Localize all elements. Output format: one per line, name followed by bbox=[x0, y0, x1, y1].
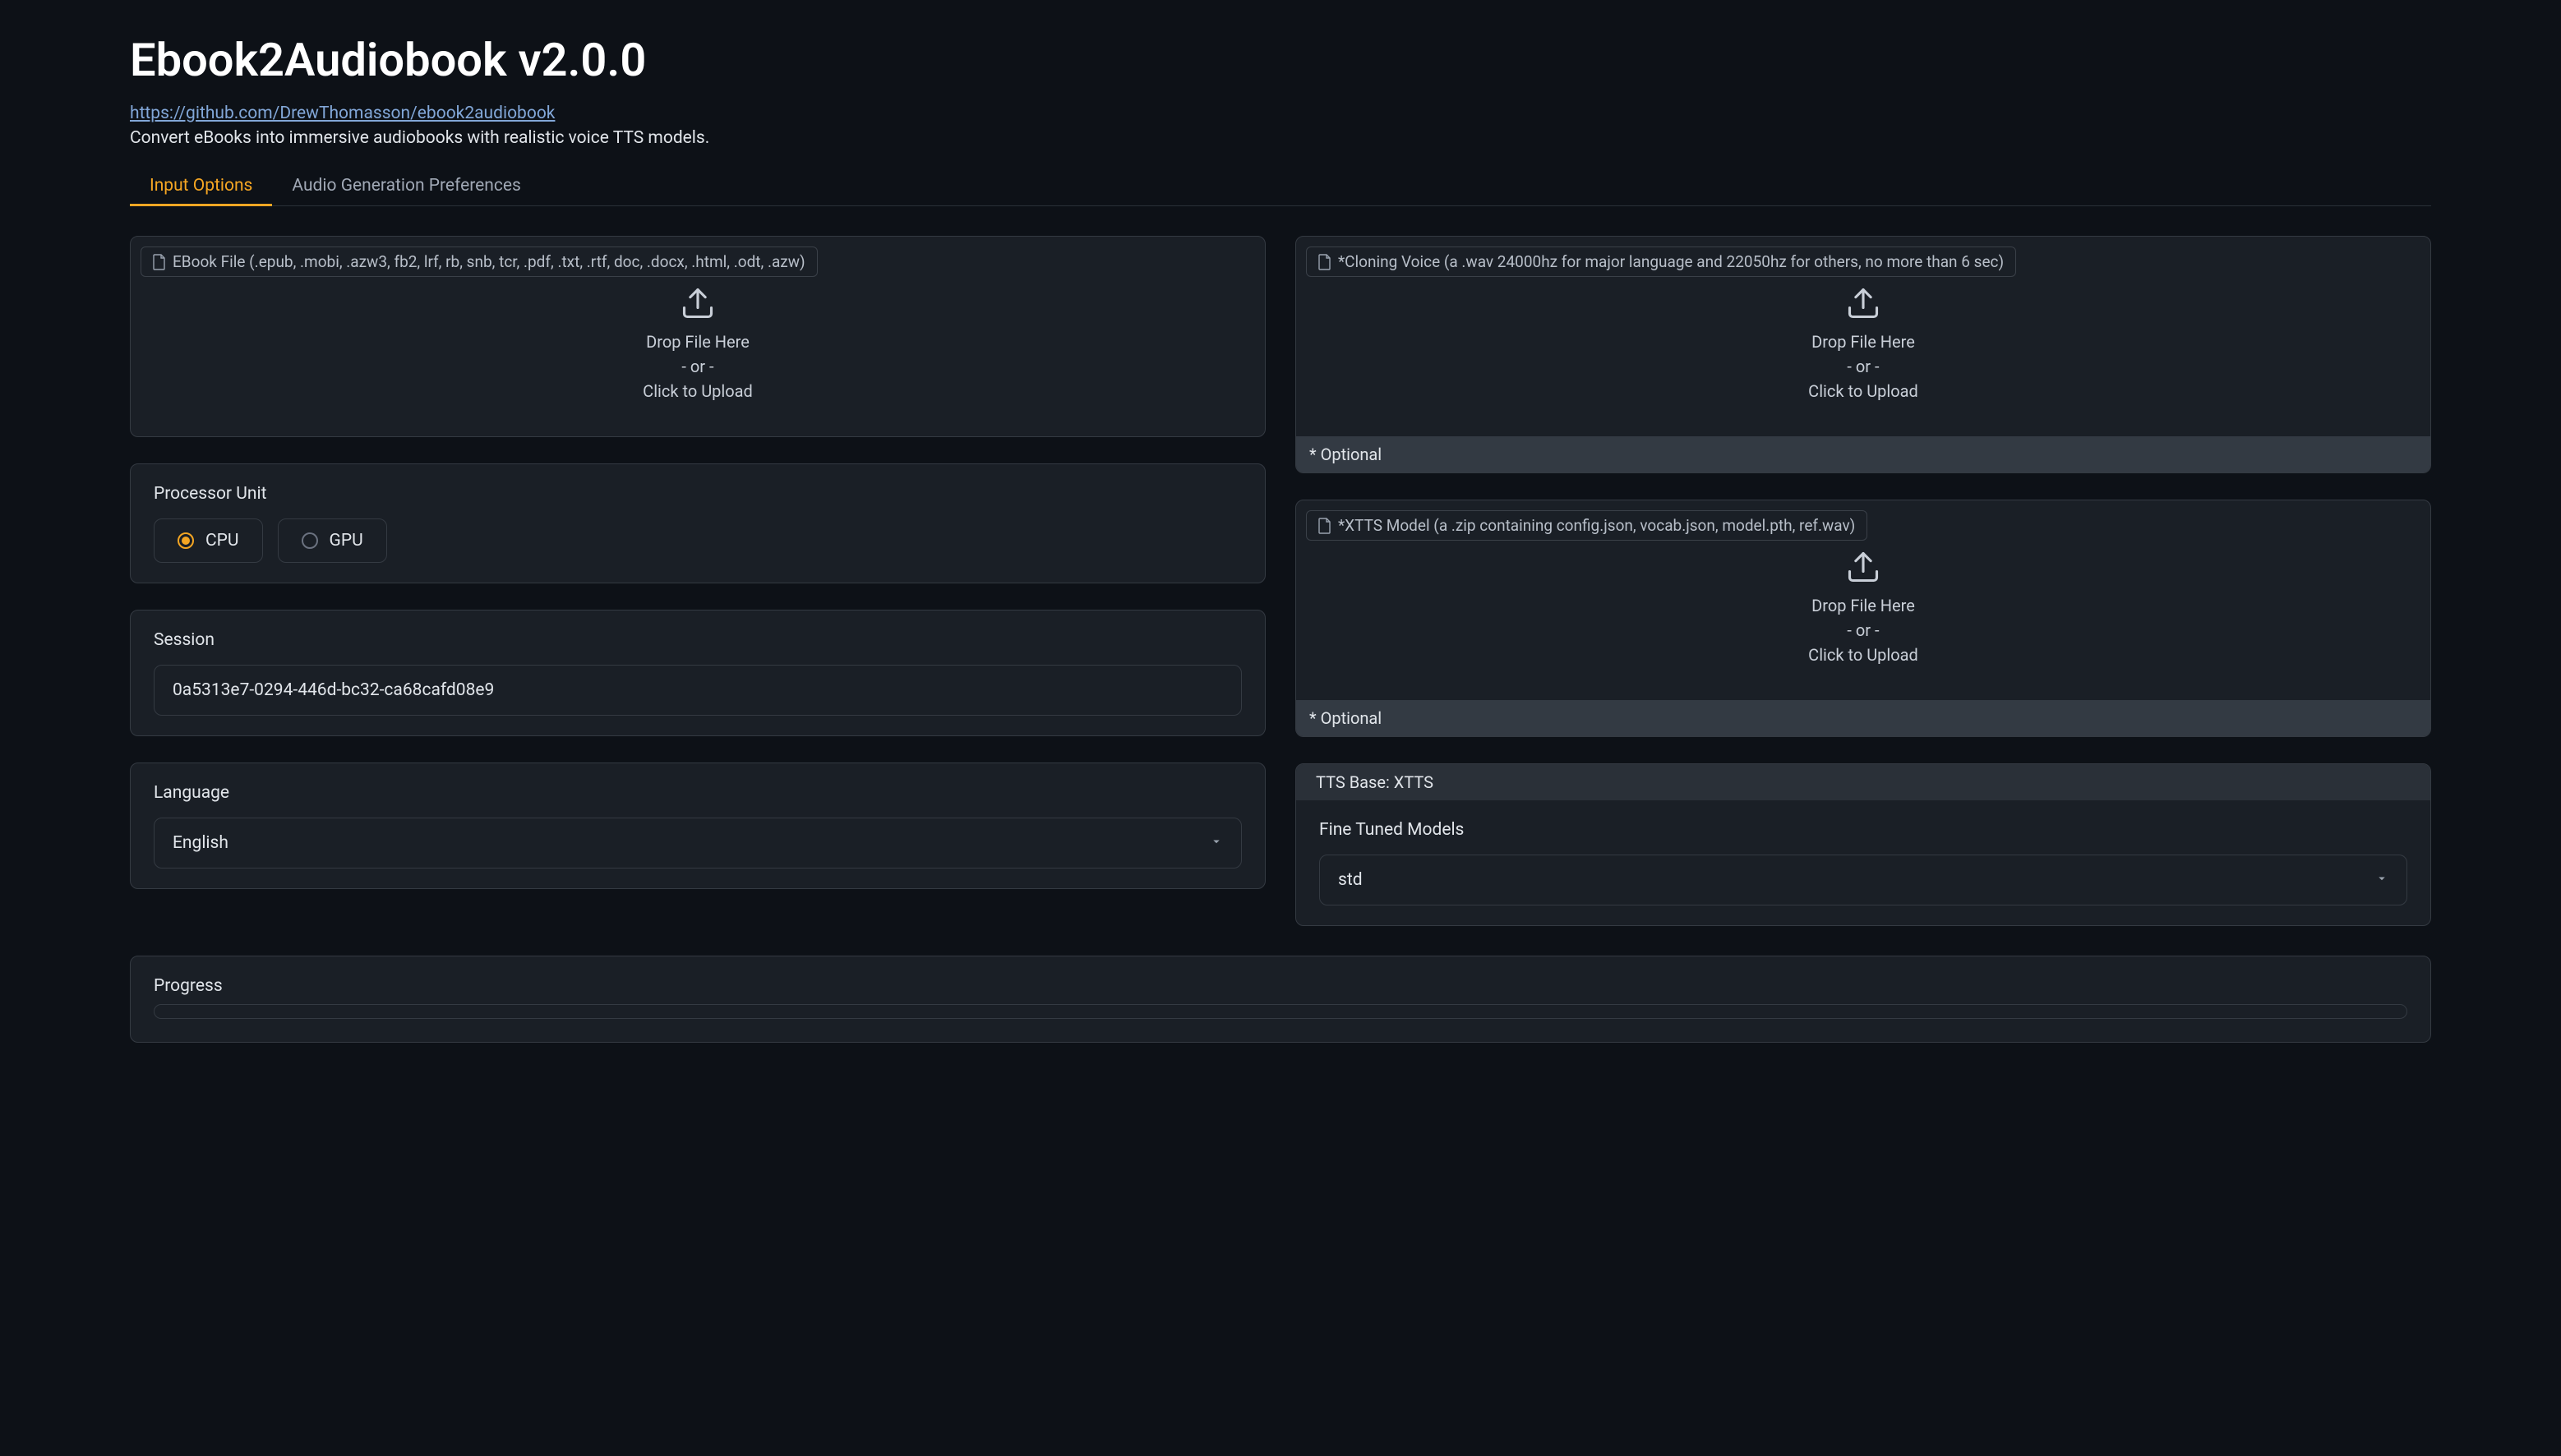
xtts-model-panel: *XTTS Model (a .zip containing config.js… bbox=[1295, 500, 2431, 737]
xtts-model-label-chip: *XTTS Model (a .zip containing config.js… bbox=[1306, 510, 1867, 541]
ebook-file-panel: EBook File (.epub, .mobi, .azw3, fb2, lr… bbox=[130, 236, 1266, 437]
click-upload-text: Click to Upload bbox=[643, 379, 753, 403]
language-panel: Language English bbox=[130, 763, 1266, 889]
tts-base-bar: TTS Base: XTTS bbox=[1296, 764, 2430, 800]
click-upload-text: Click to Upload bbox=[1808, 379, 1918, 403]
cloning-voice-dropzone[interactable]: Drop File Here - or - Click to Upload bbox=[1296, 277, 2430, 436]
radio-cpu[interactable]: CPU bbox=[154, 518, 263, 563]
upload-icon bbox=[680, 285, 716, 321]
drop-text: Drop File Here bbox=[643, 329, 753, 354]
optional-bar: * Optional bbox=[1296, 436, 2430, 472]
tab-input-options[interactable]: Input Options bbox=[130, 168, 272, 206]
language-select[interactable]: English bbox=[154, 818, 1242, 869]
ebook-file-label-text: EBook File (.epub, .mobi, .azw3, fb2, lr… bbox=[173, 252, 805, 271]
page-title: Ebook2Audiobook v2.0.0 bbox=[130, 33, 2431, 87]
upload-icon bbox=[1845, 549, 1881, 585]
xtts-model-dropzone[interactable]: Drop File Here - or - Click to Upload bbox=[1296, 541, 2430, 700]
cloning-voice-label-chip: *Cloning Voice (a .wav 24000hz for major… bbox=[1306, 247, 2016, 277]
fine-tuned-label: Fine Tuned Models bbox=[1319, 820, 2407, 840]
optional-bar: * Optional bbox=[1296, 700, 2430, 736]
xtts-model-label-text: *XTTS Model (a .zip containing config.js… bbox=[1338, 516, 1855, 535]
file-icon bbox=[153, 254, 166, 270]
progress-panel: Progress bbox=[130, 956, 2431, 1043]
session-panel: Session bbox=[130, 610, 1266, 736]
radio-gpu[interactable]: GPU bbox=[278, 518, 387, 563]
processor-label: Processor Unit bbox=[154, 484, 1242, 504]
cpu-label: CPU bbox=[205, 531, 239, 551]
file-icon bbox=[1318, 254, 1331, 270]
cloning-voice-label-text: *Cloning Voice (a .wav 24000hz for major… bbox=[1338, 252, 2004, 271]
click-upload-text: Click to Upload bbox=[1808, 643, 1918, 667]
ebook-file-dropzone[interactable]: Drop File Here - or - Click to Upload bbox=[131, 277, 1265, 436]
tabs-container: Input Options Audio Generation Preferenc… bbox=[130, 168, 2431, 206]
cloning-voice-panel: *Cloning Voice (a .wav 24000hz for major… bbox=[1295, 236, 2431, 473]
description: Convert eBooks into immersive audiobooks… bbox=[130, 128, 2431, 148]
fine-tuned-select[interactable]: std bbox=[1319, 855, 2407, 905]
or-text: - or - bbox=[1808, 618, 1918, 643]
processor-panel: Processor Unit CPU GPU bbox=[130, 463, 1266, 583]
ebook-file-label-chip: EBook File (.epub, .mobi, .azw3, fb2, lr… bbox=[141, 247, 818, 277]
radio-circle-selected bbox=[178, 532, 194, 549]
progress-label: Progress bbox=[154, 976, 2407, 996]
gpu-label: GPU bbox=[330, 531, 363, 551]
session-input[interactable] bbox=[154, 665, 1242, 716]
tab-audio-prefs[interactable]: Audio Generation Preferences bbox=[272, 168, 540, 206]
upload-icon bbox=[1845, 285, 1881, 321]
or-text: - or - bbox=[1808, 354, 1918, 379]
drop-text: Drop File Here bbox=[1808, 329, 1918, 354]
session-label: Session bbox=[154, 630, 1242, 650]
radio-circle bbox=[302, 532, 318, 549]
progress-bar bbox=[154, 1004, 2407, 1019]
drop-text: Drop File Here bbox=[1808, 593, 1918, 618]
or-text: - or - bbox=[643, 354, 753, 379]
file-icon bbox=[1318, 518, 1331, 534]
repo-link[interactable]: https://github.com/DrewThomasson/ebook2a… bbox=[130, 104, 555, 123]
language-label: Language bbox=[154, 783, 1242, 803]
fine-tuned-panel: TTS Base: XTTS Fine Tuned Models std bbox=[1295, 763, 2431, 926]
